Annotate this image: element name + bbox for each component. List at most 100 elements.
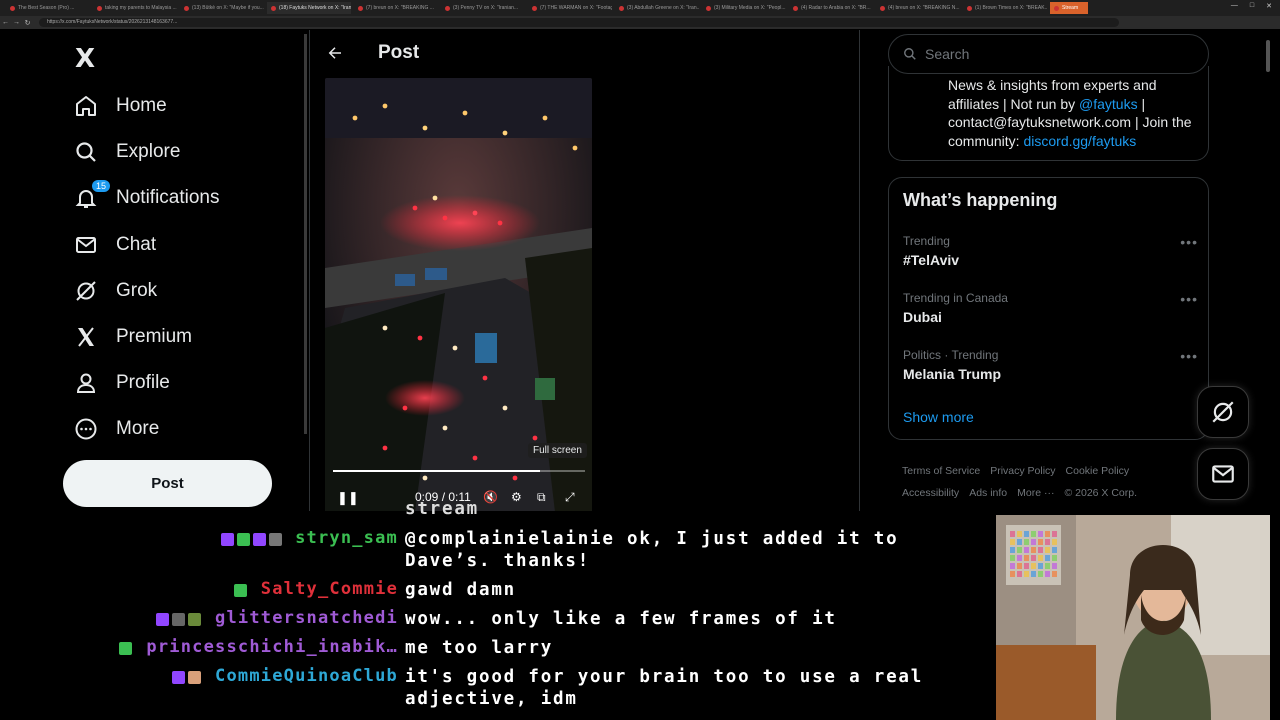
led-pixel <box>1031 539 1036 545</box>
minimize-icon[interactable]: — <box>1231 2 1238 10</box>
led-pixel <box>1045 555 1050 561</box>
chat-username[interactable]: stryn_sam <box>295 528 398 548</box>
browser-tab[interactable]: (3) Military Media on X: "Peopl... <box>702 2 786 14</box>
x-logo-icon[interactable]: X <box>75 44 95 74</box>
more-options-icon[interactable]: ••• <box>1180 348 1198 364</box>
chat-username[interactable]: CommieQuinoaClub <box>215 666 398 686</box>
light-point <box>472 455 478 461</box>
led-pixel <box>1031 555 1036 561</box>
light-point <box>352 115 358 121</box>
tab-label: (3) Penny TV on X: "Iranian... <box>453 5 519 11</box>
back-arrow-icon[interactable] <box>326 44 344 62</box>
tab-favicon <box>967 5 972 11</box>
forward-icon[interactable]: → <box>11 19 22 26</box>
nav-item-notifications[interactable]: 15 Notifications <box>74 180 220 213</box>
reload-icon[interactable]: ↻ <box>22 19 33 27</box>
browser-tab[interactable]: (7) THE WARMAN on X: "Footage... <box>528 2 612 14</box>
address-field[interactable]: https://x.com/FaytuksNetwork/status/2026… <box>39 18 1119 27</box>
nav-item-home[interactable]: Home <box>74 91 167 121</box>
search-input[interactable]: Search <box>888 34 1209 74</box>
tab-label: (4) breun on X: "BREAKING N... <box>888 5 960 11</box>
nav-item-premium[interactable]: Premium <box>74 322 192 352</box>
bio-text: News & insights from experts and affilia… <box>948 77 1192 149</box>
led-pixel <box>1024 547 1029 553</box>
browser-tab[interactable]: (18) Faytuks Network on X: "Iran... <box>267 2 351 14</box>
discord-link[interactable]: discord.gg/faytuks <box>1023 133 1136 149</box>
post-button[interactable]: Post <box>63 460 272 507</box>
tab-favicon <box>271 5 276 11</box>
x-icon <box>78 327 94 347</box>
chat-username[interactable]: princesschichi_inabik… <box>146 637 398 657</box>
footer-link[interactable]: Cookie Policy <box>1066 465 1130 477</box>
page-scrollbar[interactable] <box>1266 40 1270 72</box>
faytuks-handle-link[interactable]: @faytuks <box>1079 96 1138 112</box>
window-controls: — □ ✕ <box>1231 2 1272 10</box>
light-point <box>512 475 518 481</box>
video-progress-fill <box>333 470 540 472</box>
browser-tab[interactable]: (7) breun on X: "BREAKING ... <box>354 2 438 14</box>
browser-tab[interactable]: (4) breun on X: "BREAKING N... <box>876 2 960 14</box>
browser-tab[interactable]: Stream <box>1050 2 1088 14</box>
led-pixel <box>1010 563 1015 569</box>
nav-item-explore[interactable]: Explore <box>74 137 180 167</box>
maximize-icon[interactable]: □ <box>1250 2 1254 10</box>
footer-link[interactable]: Terms of Service <box>902 465 980 477</box>
browser-tab[interactable]: (3) Penny TV on X: "Iranian... <box>441 2 525 14</box>
tab-label: The Best Season (Pro) ... <box>18 5 75 11</box>
nav-item-profile[interactable]: Profile <box>74 368 170 398</box>
tab-favicon <box>880 5 885 11</box>
trend-item[interactable]: Trending #TelAviv ••• <box>903 234 1198 268</box>
grok-fab-button[interactable] <box>1197 386 1249 438</box>
browser-url-bar: ← → ↻ https://x.com/FaytuksNetwork/statu… <box>0 16 1280 29</box>
more-options-icon[interactable]: ••• <box>1180 291 1198 307</box>
trend-item[interactable]: Politics · Trending Melania Trump ••• <box>903 348 1198 382</box>
led-pixel <box>1024 539 1029 545</box>
profile-bio-card: News & insights from experts and affilia… <box>888 66 1209 161</box>
chat-username[interactable]: glittersnatchedi <box>215 608 398 628</box>
light-point <box>402 405 408 411</box>
footer-link[interactable]: More ··· <box>1017 487 1054 499</box>
footer-link[interactable]: Accessibility <box>902 487 959 499</box>
chat-message: it's good for your brain too to use a re… <box>405 667 924 709</box>
light-point <box>452 345 458 351</box>
footer-link[interactable]: Ads info <box>969 487 1007 499</box>
tab-label: taking my parents to Malaysia ... <box>105 5 177 11</box>
footer-link[interactable]: Privacy Policy <box>990 465 1055 477</box>
show-more-link[interactable]: Show more <box>903 409 974 425</box>
led-pixel <box>1052 555 1057 561</box>
trend-item[interactable]: Trending in Canada Dubai ••• <box>903 291 1198 325</box>
footer-link[interactable]: © 2026 X Corp. <box>1064 487 1137 499</box>
browser-tab[interactable]: (13) Bûtkè on X: "Maybe if you... <box>180 2 264 14</box>
nav-item-grok[interactable]: Grok <box>74 276 157 306</box>
chat-badge-icon <box>268 533 282 546</box>
back-icon[interactable]: ← <box>0 19 11 26</box>
led-pixel <box>1045 531 1050 537</box>
pause-icon[interactable]: ❚❚ <box>337 490 359 506</box>
messages-fab-button[interactable] <box>1197 448 1249 500</box>
more-options-icon[interactable]: ••• <box>1180 234 1198 250</box>
chat-badges <box>172 671 201 684</box>
chat-username[interactable]: Salty_Commie <box>261 579 398 599</box>
video-progress-bar[interactable] <box>333 470 585 472</box>
browser-tab[interactable]: The Best Season (Pro) ... <box>6 2 90 14</box>
close-icon[interactable]: ✕ <box>1266 2 1272 10</box>
tab-label: (13) Bûtkè on X: "Maybe if you... <box>192 5 264 11</box>
nav-item-more[interactable]: More <box>74 414 159 444</box>
browser-tab[interactable]: (4) Radar to Arabia on X: "BR... <box>789 2 873 14</box>
nav-item-label: Chat <box>116 234 157 255</box>
light-point <box>422 125 428 131</box>
light-point <box>412 205 418 211</box>
post-header: Post <box>326 42 419 64</box>
tab-label: (3) Military Media on X: "Peopl... <box>714 5 786 11</box>
led-pixel <box>1045 547 1050 553</box>
chat-badge-icon <box>119 642 132 655</box>
browser-tab[interactable]: (1) Brown Times on X: "BREAK... <box>963 2 1047 14</box>
video-player[interactable]: Full screen ❚❚ 0:09 / 0:11 🔇 ⚙ ⧉ ⤢ <box>325 78 592 512</box>
nav-scrollbar[interactable] <box>304 34 307 434</box>
browser-tab[interactable]: taking my parents to Malaysia ... <box>93 2 177 14</box>
light-point <box>382 103 388 109</box>
led-pixel <box>1024 531 1029 537</box>
led-pixel <box>1052 571 1057 577</box>
nav-item-chat[interactable]: Chat <box>74 230 156 260</box>
browser-tab[interactable]: (3) Abdullah Greene on X: "Iran... <box>615 2 699 14</box>
